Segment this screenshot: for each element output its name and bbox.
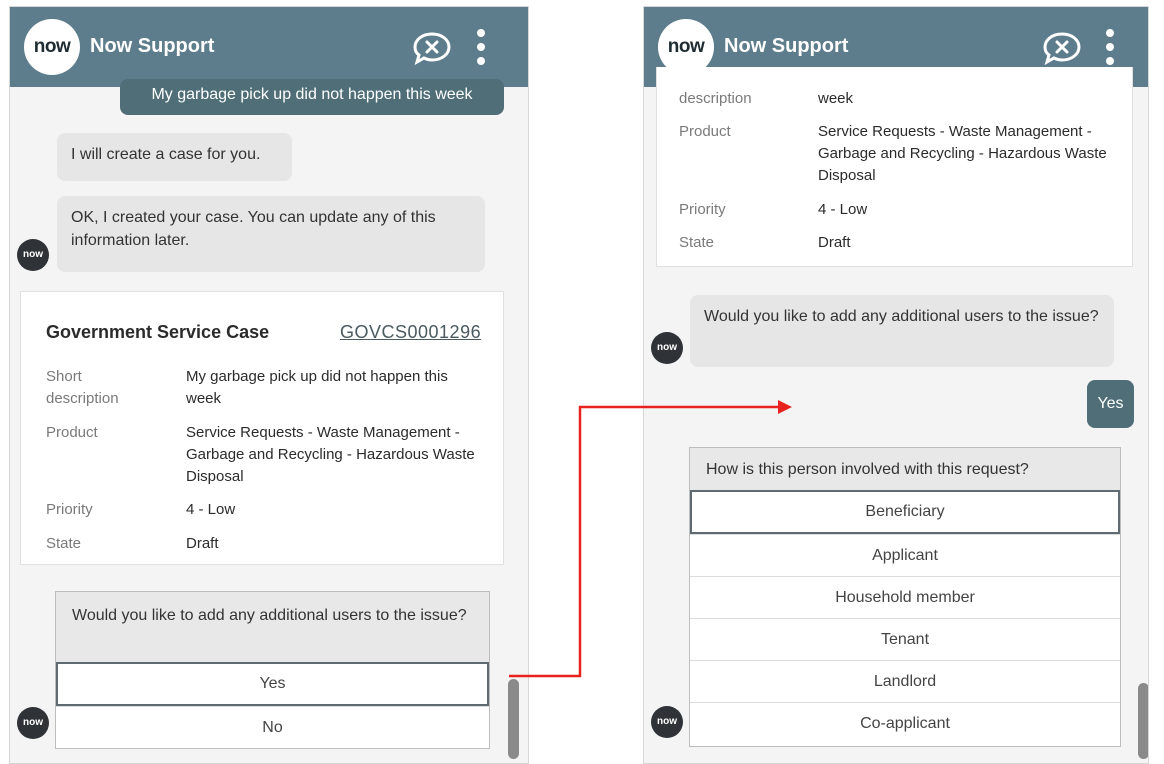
field-label: Product (679, 123, 731, 140)
field-value: 4 - Low (186, 501, 236, 518)
field-label: State (46, 535, 82, 552)
bot-message: Would you like to add any additional use… (690, 295, 1114, 367)
chat-close-icon[interactable] (412, 31, 452, 65)
option-applicant[interactable]: Applicant (690, 534, 1120, 576)
option-household-member[interactable]: Household member (690, 576, 1120, 618)
more-vertical-icon[interactable] (1106, 29, 1114, 71)
field-label: Priority (679, 201, 726, 218)
scrollbar[interactable] (508, 679, 519, 759)
bot-avatar: now (651, 706, 683, 738)
case-card: Government Service Case GOVCS0001296 Sho… (20, 291, 504, 565)
user-message: Yes (1087, 380, 1134, 428)
user-message: My garbage pick up did not happen this w… (120, 79, 504, 115)
option-landlord[interactable]: Landlord (690, 660, 1120, 702)
now-logo: now (24, 19, 80, 75)
quick-reply-card: How is this person involved with this re… (689, 447, 1121, 747)
case-card-title: Government Service Case (46, 322, 270, 342)
field-label: State (679, 234, 715, 251)
field-value: My garbage pick up did not happen this w… (186, 368, 448, 407)
field-label: Priority (46, 501, 93, 518)
chat-panel-after: now Now Support description week Product… (643, 6, 1149, 764)
field-label: Short description (46, 368, 119, 407)
bot-message: I will create a case for you. (57, 133, 292, 181)
quick-reply-question: Would you like to add any additional use… (72, 607, 467, 624)
field-value: Draft (186, 535, 219, 552)
bot-message: OK, I created your case. You can update … (57, 196, 485, 272)
chat-close-icon[interactable] (1042, 31, 1082, 65)
case-number-link[interactable]: GOVCS0001296 (340, 322, 481, 343)
field-value: Service Requests - Waste Management - Ga… (818, 123, 1107, 184)
field-value: Service Requests - Waste Management - Ga… (186, 424, 475, 485)
bot-avatar: now (17, 707, 49, 739)
chat-header: now Now Support (10, 7, 528, 87)
more-vertical-icon[interactable] (477, 29, 485, 71)
field-value: week (818, 90, 854, 107)
option-no[interactable]: No (56, 706, 489, 748)
field-label: description (679, 90, 752, 107)
field-label: Product (46, 424, 98, 441)
option-co-applicant[interactable]: Co-applicant (690, 702, 1120, 746)
option-yes[interactable]: Yes (56, 662, 489, 706)
case-card: description week Product Service Request… (656, 67, 1133, 267)
field-value: Draft (818, 234, 851, 251)
chat-title: Now Support (90, 35, 215, 57)
chat-title: Now Support (724, 35, 849, 57)
bot-avatar: now (17, 239, 49, 271)
field-value: 4 - Low (818, 201, 868, 218)
scrollbar[interactable] (1138, 683, 1148, 759)
quick-reply-question: How is this person involved with this re… (706, 461, 1029, 478)
option-beneficiary[interactable]: Beneficiary (690, 490, 1120, 534)
bot-avatar: now (651, 332, 683, 364)
chat-panel-before: now Now Support My garbage pick up did n… (9, 6, 529, 764)
quick-reply-card: Would you like to add any additional use… (55, 591, 490, 749)
option-tenant[interactable]: Tenant (690, 618, 1120, 660)
